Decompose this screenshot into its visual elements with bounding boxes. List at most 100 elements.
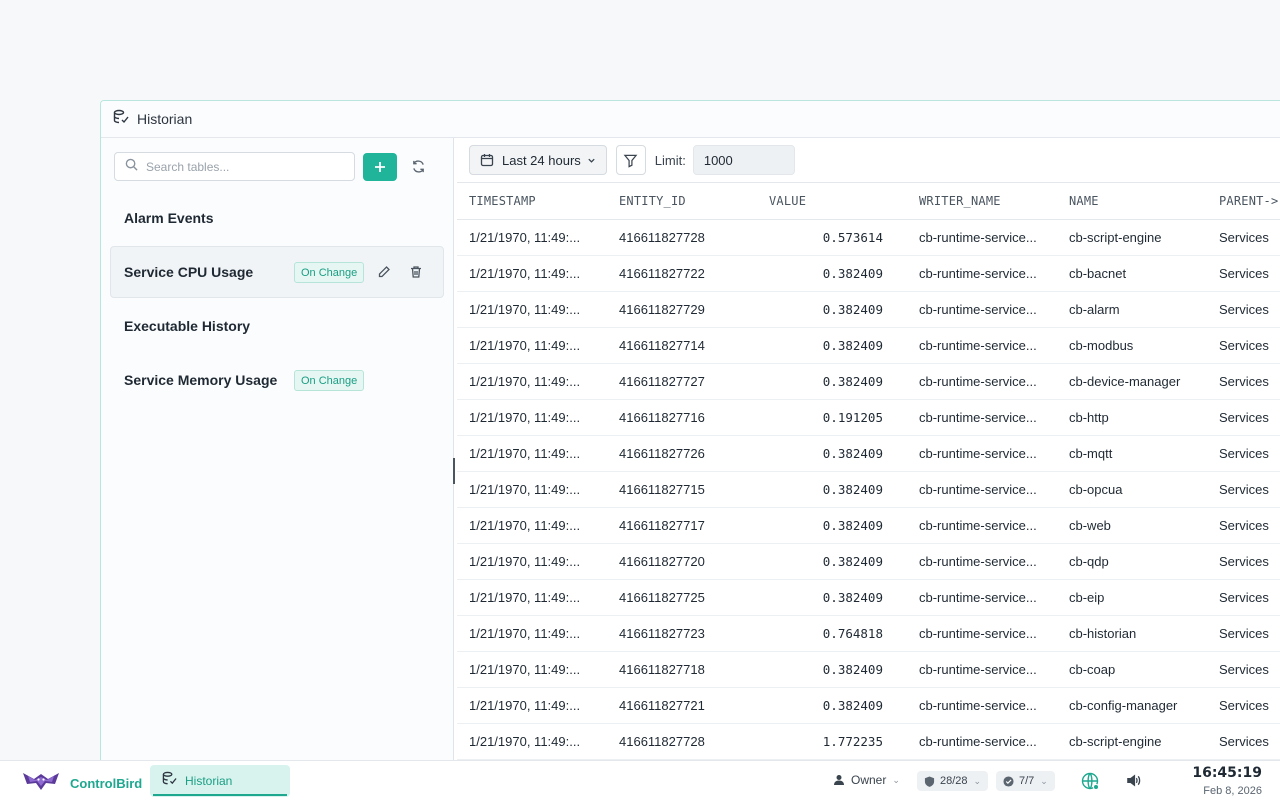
edit-icon[interactable]	[375, 263, 393, 281]
column-header-value[interactable]: VALUE	[757, 183, 907, 220]
cell-timestamp: 1/21/1970, 11:49:...	[457, 615, 607, 652]
table-item-executable-history[interactable]: Executable History	[110, 300, 444, 352]
cell-timestamp: 1/21/1970, 11:49:...	[457, 291, 607, 328]
cell-parent: Services	[1207, 687, 1280, 724]
brand[interactable]: ControlBird	[22, 770, 142, 797]
checks-status[interactable]: 7/7 ⌄	[996, 771, 1055, 791]
search-box	[114, 152, 355, 181]
speaker-icon[interactable]	[1126, 773, 1141, 793]
time-range-select[interactable]: Last 24 hours	[469, 145, 607, 175]
user-icon	[834, 775, 844, 785]
active-indicator	[153, 794, 287, 796]
cell-timestamp: 1/21/1970, 11:49:...	[457, 723, 607, 760]
cell-entity-id: 416611827715	[607, 471, 757, 508]
clock-time: 16:45:19	[1192, 765, 1262, 781]
table-row[interactable]: 1/21/1970, 11:49:... 416611827728 1.772235…	[457, 723, 1280, 760]
window-titlebar[interactable]: Historian	[101, 101, 1280, 138]
cell-entity-id: 416611827729	[607, 291, 757, 328]
table-item-service-memory-usage[interactable]: Service Memory Usage On Change	[110, 354, 444, 406]
column-header-parent[interactable]: PARENT->	[1207, 183, 1280, 220]
cell-timestamp: 1/21/1970, 11:49:...	[457, 219, 607, 256]
services-status[interactable]: 28/28 ⌄	[917, 771, 989, 791]
cell-value: 0.382409	[757, 579, 907, 616]
column-header-entity-id[interactable]: ENTITY_ID	[607, 183, 757, 220]
cell-entity-id: 416611827723	[607, 615, 757, 652]
column-header-name[interactable]: NAME	[1057, 183, 1207, 220]
chevron-down-icon: ⌄	[892, 774, 900, 785]
table-row[interactable]: 1/21/1970, 11:49:... 416611827720 0.382409…	[457, 543, 1280, 580]
cell-timestamp: 1/21/1970, 11:49:...	[457, 687, 607, 724]
cell-name: cb-bacnet	[1057, 255, 1207, 292]
cell-writer-name: cb-runtime-service...	[907, 435, 1057, 472]
refresh-button[interactable]	[404, 153, 432, 181]
cell-value: 0.382409	[757, 327, 907, 364]
table-item-alarm-events[interactable]: Alarm Events	[110, 192, 444, 244]
cell-timestamp: 1/21/1970, 11:49:...	[457, 255, 607, 292]
table-row[interactable]: 1/21/1970, 11:49:... 416611827725 0.382409…	[457, 579, 1280, 616]
cell-parent: Services	[1207, 219, 1280, 256]
cell-entity-id: 416611827722	[607, 255, 757, 292]
cell-value: 0.764818	[757, 615, 907, 652]
cell-value: 0.382409	[757, 651, 907, 688]
cell-value: 0.382409	[757, 435, 907, 472]
cell-parent: Services	[1207, 363, 1280, 400]
cell-entity-id: 416611827716	[607, 399, 757, 436]
filter-button[interactable]	[615, 145, 646, 175]
cell-name: cb-script-engine	[1057, 219, 1207, 256]
system-clock[interactable]: 16:45:19 Feb 8, 2026	[1192, 765, 1262, 797]
taskbar-item-label: Historian	[185, 774, 233, 788]
table-item-label: Service Memory Usage	[124, 372, 278, 388]
cell-writer-name: cb-runtime-service...	[907, 363, 1057, 400]
panel-resize-handle[interactable]	[453, 458, 455, 484]
cell-parent: Services	[1207, 327, 1280, 364]
table-row[interactable]: 1/21/1970, 11:49:... 416611827721 0.382409…	[457, 687, 1280, 724]
limit-input[interactable]	[692, 145, 795, 175]
controlbird-logo-icon	[22, 770, 60, 797]
cell-parent: Services	[1207, 435, 1280, 472]
search-icon	[125, 158, 138, 176]
cell-timestamp: 1/21/1970, 11:49:...	[457, 471, 607, 508]
taskbar-item-historian[interactable]: Historian	[150, 765, 290, 797]
historian-window: Historian Alarm Events Service CPU Usage	[100, 100, 1280, 760]
column-header-timestamp[interactable]: TIMESTAMP	[457, 183, 607, 220]
table-row[interactable]: 1/21/1970, 11:49:... 416611827723 0.764818…	[457, 615, 1280, 652]
cell-name: cb-device-manager	[1057, 363, 1207, 400]
delete-icon[interactable]	[407, 263, 425, 281]
table-row[interactable]: 1/21/1970, 11:49:... 416611827729 0.382409…	[457, 291, 1280, 328]
table-row[interactable]: 1/21/1970, 11:49:... 416611827727 0.382409…	[457, 363, 1280, 400]
table-body: 1/21/1970, 11:49:... 416611827728 0.573614…	[457, 219, 1280, 760]
add-table-button[interactable]	[363, 152, 397, 181]
column-header-writer-name[interactable]: WRITER_NAME	[907, 183, 1057, 220]
table-row[interactable]: 1/21/1970, 11:49:... 416611827715 0.382409…	[457, 471, 1280, 508]
historian-icon	[113, 109, 129, 130]
cell-name: cb-script-engine	[1057, 723, 1207, 760]
cell-writer-name: cb-runtime-service...	[907, 471, 1057, 508]
limit-label: Limit:	[654, 152, 686, 168]
cell-name: cb-coap	[1057, 651, 1207, 688]
table-row[interactable]: 1/21/1970, 11:49:... 416611827716 0.191205…	[457, 399, 1280, 436]
table-item-service-cpu-usage[interactable]: Service CPU Usage On Change	[110, 246, 444, 298]
table-row[interactable]: 1/21/1970, 11:49:... 416611827718 0.382409…	[457, 651, 1280, 688]
cell-writer-name: cb-runtime-service...	[907, 255, 1057, 292]
services-count: 28/28	[940, 775, 968, 787]
tables-sidebar: Alarm Events Service CPU Usage On Change…	[101, 138, 454, 760]
table-row[interactable]: 1/21/1970, 11:49:... 416611827717 0.382409…	[457, 507, 1280, 544]
window-title: Historian	[137, 111, 193, 127]
cell-entity-id: 416611827728	[607, 219, 757, 256]
table-row[interactable]: 1/21/1970, 11:49:... 416611827722 0.382409…	[457, 255, 1280, 292]
cell-value: 0.382409	[757, 687, 907, 724]
trigger-badge: On Change	[294, 370, 365, 391]
cell-parent: Services	[1207, 723, 1280, 760]
cell-writer-name: cb-runtime-service...	[907, 291, 1057, 328]
cell-entity-id: 416611827725	[607, 579, 757, 616]
network-globe-icon[interactable]	[1080, 771, 1100, 796]
table-row[interactable]: 1/21/1970, 11:49:... 416611827726 0.382409…	[457, 435, 1280, 472]
cell-value: 0.382409	[757, 507, 907, 544]
table-row[interactable]: 1/21/1970, 11:49:... 416611827714 0.382409…	[457, 327, 1280, 364]
table-row[interactable]: 1/21/1970, 11:49:... 416611827728 0.573614…	[457, 219, 1280, 256]
search-input[interactable]	[146, 159, 346, 174]
user-menu[interactable]: Owner ⌄	[833, 773, 900, 787]
checks-count: 7/7	[1019, 775, 1035, 787]
cell-writer-name: cb-runtime-service...	[907, 579, 1057, 616]
cell-value: 0.382409	[757, 291, 907, 328]
